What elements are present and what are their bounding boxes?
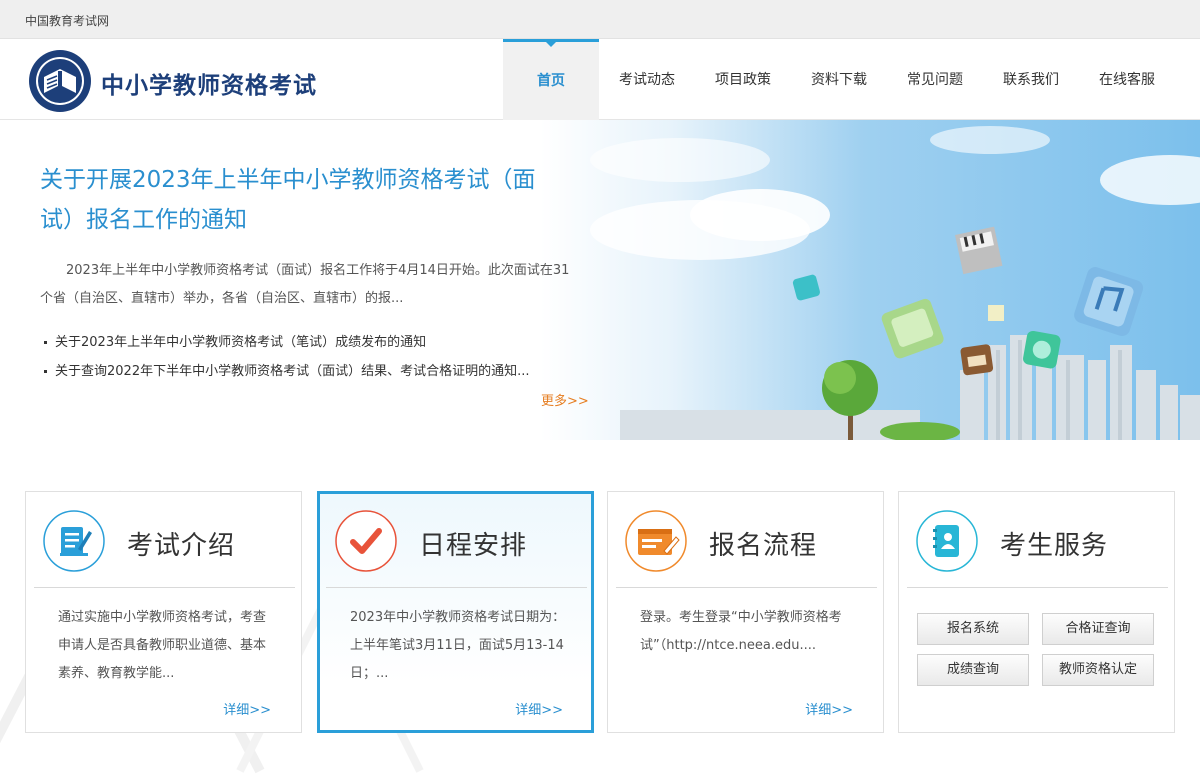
nav-policy[interactable]: 项目政策 [695, 39, 791, 120]
hero-banner: 关于开展2023年上半年中小学教师资格考试（面试）报名工作的通知 2023年上半… [0, 120, 1200, 440]
active-caret-icon [545, 41, 557, 47]
nav-online-service[interactable]: 在线客服 [1079, 39, 1175, 120]
card-summary: 通过实施中小学教师资格考试，考查申请人是否具备教师职业道德、基本素养、教育教学能… [58, 610, 267, 681]
divider [34, 587, 295, 588]
card-details-link[interactable]: 详细>> [805, 699, 853, 718]
banner-illustration [590, 126, 1200, 440]
teacher-certification-button[interactable]: 教师资格认定 [1042, 654, 1154, 686]
card-schedule: 日程安排 2023年中小学教师资格考试日期为：上半年笔试3月11日，面试5月13… [317, 491, 594, 733]
card-summary: 2023年中小学教师资格考试日期为：上半年笔试3月11日，面试5月13-14日；… [350, 610, 566, 681]
nav-contact[interactable]: 联系我们 [983, 39, 1079, 120]
banner-summary: 2023年上半年中小学教师资格考试（面试）报名工作将于4月14日开始。此次面试在… [40, 263, 570, 306]
more-news-link[interactable]: 更多>> [541, 390, 589, 409]
brand-title[interactable]: 中小学教师资格考试 [101, 66, 317, 100]
news-list: 关于2023年上半年中小学教师资格考试（笔试）成绩发布的通知 关于查询2022年… [44, 328, 574, 386]
bullet-icon [44, 370, 47, 373]
news-item[interactable]: 关于查询2022年下半年中小学教师资格考试（面试）结果、考试合格证明的通知... [44, 357, 574, 386]
card-title[interactable]: 考试介绍 [127, 525, 235, 562]
card-registration-process: 报名流程 登录。考生登录“中小学教师资格考试”（http://ntce.neea… [607, 491, 884, 733]
score-query-button[interactable]: 成绩查询 [917, 654, 1029, 686]
nav-downloads[interactable]: 资料下载 [791, 39, 887, 120]
nav-home[interactable]: 首页 [503, 39, 599, 120]
news-item-text: 关于2023年上半年中小学教师资格考试（笔试）成绩发布的通知 [55, 335, 427, 350]
nav-exam-news[interactable]: 考试动态 [599, 39, 695, 120]
divider [616, 587, 877, 588]
nav-home-label: 首页 [537, 73, 565, 89]
news-item[interactable]: 关于2023年上半年中小学教师资格考试（笔试）成绩发布的通知 [44, 328, 574, 357]
checkmark-icon [335, 510, 397, 572]
card-details-link[interactable]: 详细>> [223, 699, 271, 718]
card-exam-intro: 考试介绍 通过实施中小学教师资格考试，考查申请人是否具备教师职业道德、基本素养、… [25, 491, 302, 733]
divider [907, 587, 1168, 588]
logo-emblem-icon[interactable] [28, 49, 92, 113]
news-item-text: 关于查询2022年下半年中小学教师资格考试（面试）结果、考试合格证明的通知... [55, 364, 530, 379]
top-bar: 中国教育考试网 [0, 0, 1200, 39]
registration-system-button[interactable]: 报名系统 [917, 613, 1029, 645]
site-name-link[interactable]: 中国教育考试网 [25, 12, 109, 29]
divider [326, 587, 587, 588]
card-title[interactable]: 日程安排 [419, 525, 527, 562]
card-title[interactable]: 报名流程 [709, 525, 817, 562]
header: 中小学教师资格考试 首页 考试动态 项目政策 资料下载 常见问题 联系我们 在线… [0, 39, 1200, 120]
card-details-link[interactable]: 详细>> [515, 699, 563, 718]
card-candidate-services: 考生服务 报名系统 合格证查询 成绩查询 教师资格认定 [898, 491, 1175, 733]
form-pen-icon [625, 510, 687, 572]
nav-faq[interactable]: 常见问题 [887, 39, 983, 120]
card-title[interactable]: 考生服务 [1000, 525, 1108, 562]
contact-book-icon [916, 510, 978, 572]
bullet-icon [44, 341, 47, 344]
document-edit-icon [43, 510, 105, 572]
card-summary: 登录。考生登录“中小学教师资格考试”（http://ntce.neea.edu.… [640, 610, 842, 653]
certificate-query-button[interactable]: 合格证查询 [1042, 613, 1154, 645]
banner-headline[interactable]: 关于开展2023年上半年中小学教师资格考试（面试）报名工作的通知 [40, 160, 570, 240]
